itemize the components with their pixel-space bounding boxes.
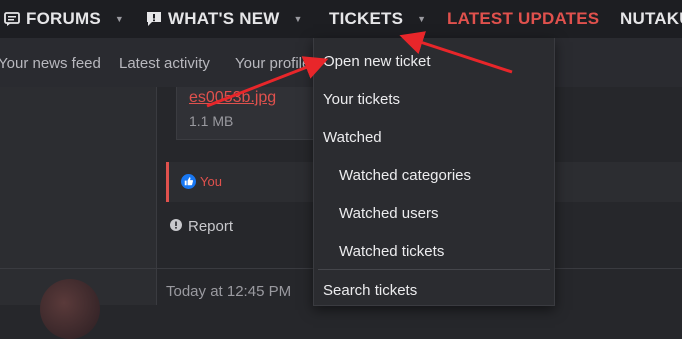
avatar[interactable] <box>40 279 100 339</box>
nav-whats-new[interactable]: WHAT'S NEW ▼ <box>146 0 303 38</box>
top-navigation: FORUMS ▼ WHAT'S NEW ▼ TICKETS ▼ LATEST U… <box>0 0 682 38</box>
menu-item-watched-users[interactable]: Watched users <box>339 205 439 222</box>
nav-whats-new-label: WHAT'S NEW <box>168 9 280 28</box>
thumbs-up-icon <box>181 174 196 189</box>
caret-down-icon: ▼ <box>114 14 124 24</box>
nav-latest-updates-label: LATEST UPDATES <box>447 9 600 28</box>
nav-nutaku-label: NUTAKU <box>620 9 682 28</box>
menu-divider <box>318 269 550 270</box>
chat-lines-icon <box>4 11 20 27</box>
subnav-your-profile[interactable]: Your profile <box>235 55 310 72</box>
nav-latest-updates[interactable]: LATEST UPDATES <box>447 0 599 38</box>
nav-nutaku[interactable]: NUTAKU <box>620 0 682 38</box>
tickets-dropdown-menu: Open new ticket Your tickets Watched Wat… <box>313 38 555 306</box>
report-label: Report <box>188 218 234 235</box>
nav-forums-label: FORUMS <box>26 9 101 28</box>
nav-tickets[interactable]: TICKETS ▼ <box>329 0 426 38</box>
comment-exclamation-icon <box>146 11 162 27</box>
exclamation-circle-icon <box>170 218 182 235</box>
menu-item-watched-tickets[interactable]: Watched tickets <box>339 243 444 260</box>
attachment-size: 1.1 MB <box>189 113 234 129</box>
menu-item-open-new-ticket[interactable]: Open new ticket <box>323 53 431 70</box>
reaction-label: You <box>200 174 222 189</box>
menu-item-watched[interactable]: Watched <box>323 129 382 146</box>
caret-down-icon: ▼ <box>417 14 427 24</box>
nav-tickets-label: TICKETS <box>329 9 404 28</box>
menu-item-your-tickets[interactable]: Your tickets <box>323 91 400 108</box>
post-user-column <box>0 87 157 268</box>
menu-item-search-tickets[interactable]: Search tickets <box>323 282 417 299</box>
subnav-latest-activity[interactable]: Latest activity <box>119 55 210 72</box>
nav-forums[interactable]: FORUMS ▼ <box>4 0 124 38</box>
report-link[interactable]: Report <box>170 218 233 235</box>
menu-item-watched-categories[interactable]: Watched categories <box>339 167 471 184</box>
subnav-news-feed[interactable]: Your news feed <box>0 55 101 72</box>
attachment-filename[interactable]: es0053b.jpg <box>189 89 276 107</box>
reaction-summary[interactable]: You <box>181 174 222 189</box>
caret-down-icon: ▼ <box>293 14 303 24</box>
post-timestamp[interactable]: Today at 12:45 PM <box>166 283 291 300</box>
